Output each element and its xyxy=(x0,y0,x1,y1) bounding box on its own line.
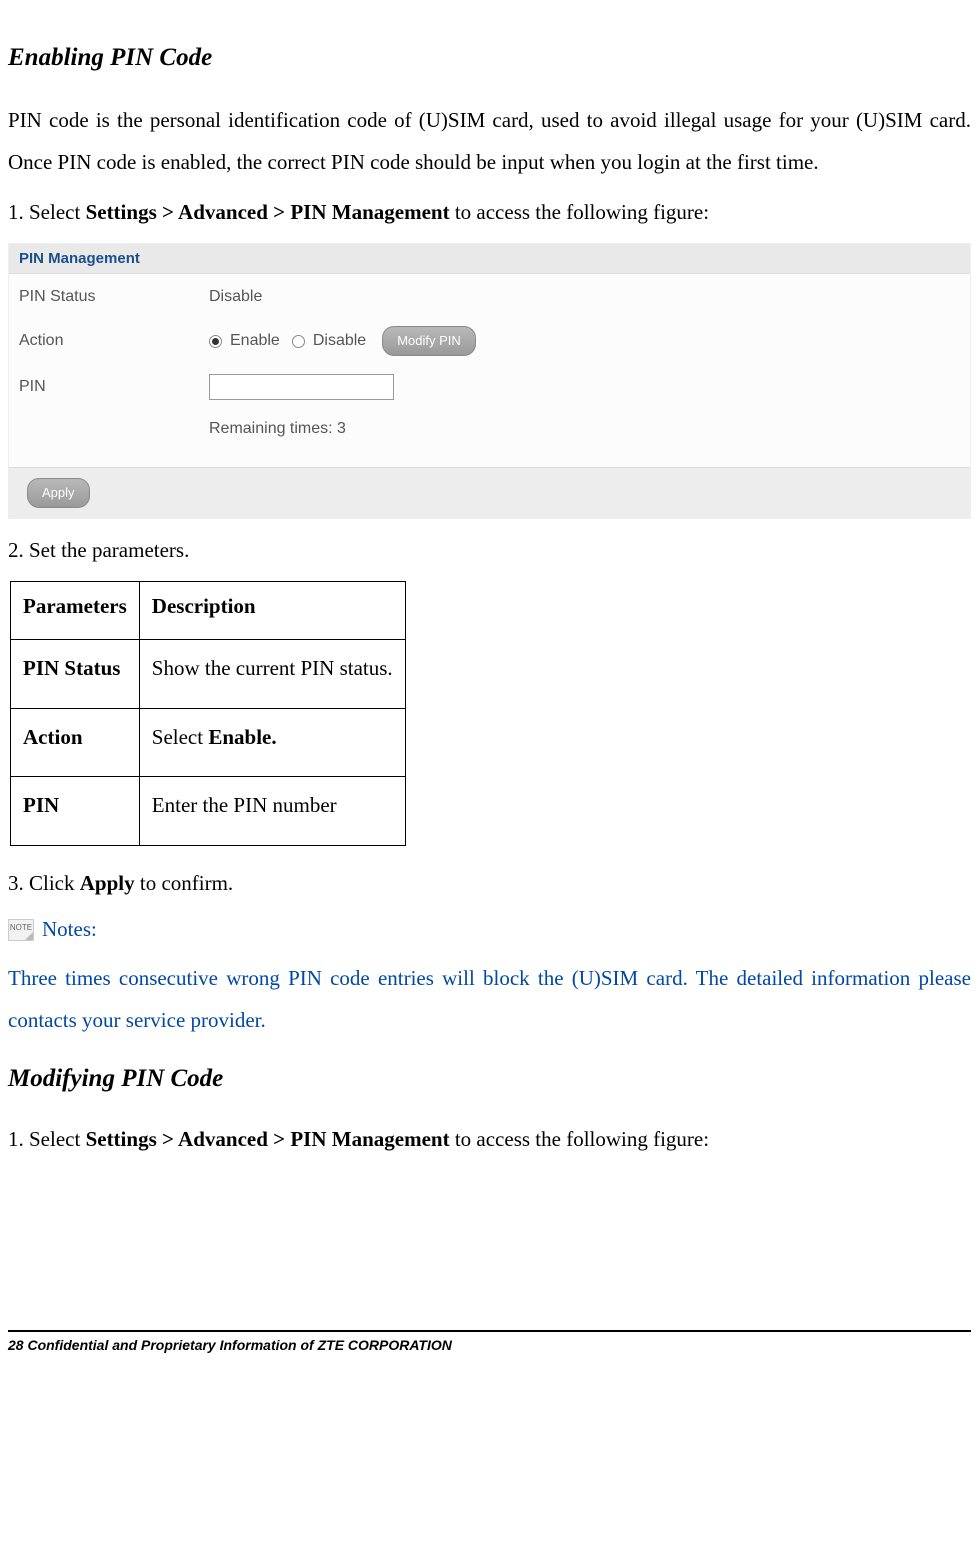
page-footer: 28 Confidential and Proprietary Informat… xyxy=(8,1332,971,1356)
step3-suffix: to confirm. xyxy=(135,871,234,895)
label-pin: PIN xyxy=(19,376,209,398)
parameters-table: Parameters Description PIN Status Show t… xyxy=(10,581,406,846)
table-row: Action Select Enable. xyxy=(11,708,406,776)
cell-desc: Show the current PIN status. xyxy=(139,640,405,708)
notes-label: Notes: xyxy=(42,915,97,944)
cell-desc: Select Enable. xyxy=(139,708,405,776)
step1b-prefix: 1. Select xyxy=(8,1127,86,1151)
step1b-suffix: to access the following figure: xyxy=(450,1127,710,1151)
desc-prefix: Select xyxy=(152,725,209,749)
pin-input[interactable] xyxy=(209,374,394,400)
step3-prefix: 3. Click xyxy=(8,871,80,895)
label-pin-status: PIN Status xyxy=(19,286,209,308)
radio-enable-label: Enable xyxy=(230,330,280,352)
intro-paragraph: PIN code is the personal identification … xyxy=(8,99,971,183)
step1-prefix: 1. Select xyxy=(8,200,86,224)
step-2: 2. Set the parameters. xyxy=(8,531,971,571)
note-icon: NOTE xyxy=(8,919,34,941)
pin-management-panel: PIN Management PIN Status Disable Action… xyxy=(8,243,971,519)
value-pin-status: Disable xyxy=(209,286,262,308)
th-description: Description xyxy=(139,581,405,639)
step1-suffix: to access the following figure: xyxy=(450,200,710,224)
section-title-modifying-pin: Modifying PIN Code xyxy=(8,1061,971,1096)
note-text: Three times consecutive wrong PIN code e… xyxy=(8,957,971,1041)
step3-bold: Apply xyxy=(80,871,135,895)
label-action: Action xyxy=(19,330,209,352)
radio-disable-label: Disable xyxy=(313,330,366,352)
panel-title: PIN Management xyxy=(9,244,970,274)
remaining-times: Remaining times: 3 xyxy=(209,418,346,440)
step1b-breadcrumb: Settings > Advanced > PIN Management xyxy=(86,1127,450,1151)
step-1-enabling: 1. Select Settings > Advanced > PIN Mana… xyxy=(8,193,971,233)
cell-desc: Enter the PIN number xyxy=(139,777,405,845)
desc-bold: Enable. xyxy=(208,725,276,749)
apply-button[interactable]: Apply xyxy=(27,478,90,508)
cell-param: Action xyxy=(11,708,140,776)
modify-pin-button[interactable]: Modify PIN xyxy=(382,326,476,356)
cell-param: PIN Status xyxy=(11,640,140,708)
th-parameters: Parameters xyxy=(11,581,140,639)
radio-enable[interactable] xyxy=(209,335,222,348)
section-title-enabling-pin: Enabling PIN Code xyxy=(8,40,971,75)
table-row: PIN Enter the PIN number xyxy=(11,777,406,845)
table-row: PIN Status Show the current PIN status. xyxy=(11,640,406,708)
radio-disable[interactable] xyxy=(292,335,305,348)
step1-breadcrumb: Settings > Advanced > PIN Management xyxy=(86,200,450,224)
step-3: 3. Click Apply to confirm. xyxy=(8,864,971,904)
step-1-modifying: 1. Select Settings > Advanced > PIN Mana… xyxy=(8,1120,971,1160)
cell-param: PIN xyxy=(11,777,140,845)
